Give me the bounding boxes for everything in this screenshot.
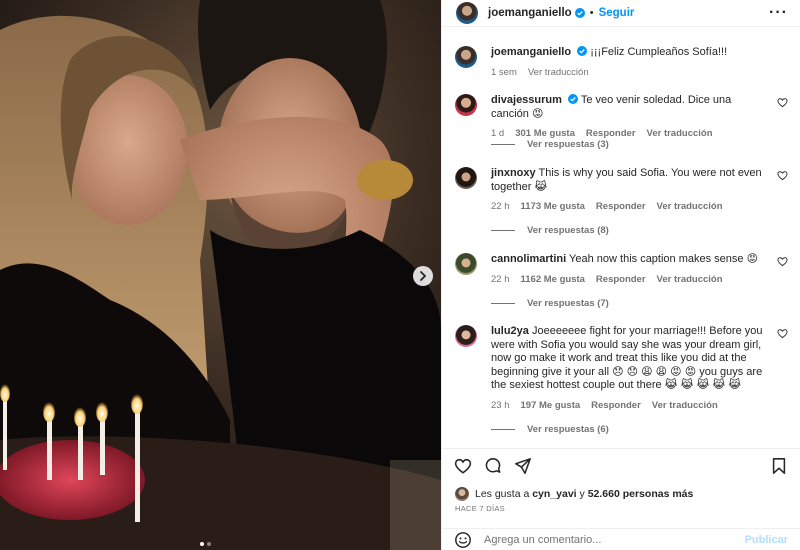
follow-button[interactable]: Seguir bbox=[599, 7, 635, 19]
carousel-dot bbox=[200, 542, 204, 546]
comment-body: jinxnoxy This is why you said Sofia. You… bbox=[491, 167, 788, 214]
comment-username[interactable]: divajessurum bbox=[491, 94, 562, 106]
comment-body: divajessurum Te veo venir soledad. Dice … bbox=[491, 94, 788, 141]
add-comment-bar: Publicar bbox=[442, 528, 800, 550]
likes-user[interactable]: cyn_yavi bbox=[532, 488, 576, 500]
caption-username[interactable]: joemanganiello bbox=[491, 46, 571, 58]
avatar[interactable] bbox=[455, 46, 477, 68]
post-actions: Les gusta a cyn_yavi y 52.660 personas m… bbox=[442, 448, 800, 550]
view-replies-button[interactable]: Ver respuestas (3) bbox=[491, 139, 609, 150]
emoji-icon[interactable] bbox=[454, 531, 472, 549]
comment-body: lulu2ya Joeeeeeee fight for your marriag… bbox=[491, 325, 788, 412]
post-header: joemanganiello • Seguir ··· bbox=[442, 0, 800, 27]
comment-time[interactable]: 23 h bbox=[491, 399, 510, 413]
heart-icon[interactable] bbox=[777, 328, 788, 339]
replies-label: Ver respuestas (7) bbox=[527, 298, 609, 309]
share-icon[interactable] bbox=[514, 457, 532, 475]
chevron-right-icon bbox=[420, 271, 427, 281]
comment-likes[interactable]: 197 Me gusta bbox=[521, 399, 581, 413]
comment-input[interactable] bbox=[484, 534, 745, 546]
action-icons bbox=[454, 456, 788, 476]
comments-list[interactable]: joemanganiello ¡¡¡Feliz Cumpleaños Sofía… bbox=[442, 28, 800, 448]
comment-time[interactable]: 22 h bbox=[491, 273, 510, 287]
header-username[interactable]: joemanganiello bbox=[488, 7, 572, 19]
caption: joemanganiello ¡¡¡Feliz Cumpleaños Sofía… bbox=[455, 46, 788, 79]
replies-line bbox=[491, 429, 515, 430]
post-photo bbox=[0, 0, 441, 550]
comment-icon[interactable] bbox=[484, 457, 502, 475]
post-time-ago[interactable]: HACE 7 DÍAS bbox=[455, 504, 505, 513]
bookmark-icon[interactable] bbox=[770, 457, 788, 475]
likes-prefix: Les gusta a bbox=[475, 488, 530, 500]
reply-button[interactable]: Responder bbox=[591, 399, 641, 413]
view-replies-button[interactable]: Ver respuestas (6) bbox=[491, 424, 609, 435]
post-media bbox=[0, 0, 441, 550]
replies-label: Ver respuestas (6) bbox=[527, 424, 609, 435]
comment-body: cannolimartini Yeah now this caption mak… bbox=[491, 253, 788, 286]
avatar[interactable] bbox=[455, 94, 477, 116]
comment-time[interactable]: 22 h bbox=[491, 200, 510, 214]
carousel-indicator bbox=[200, 542, 211, 546]
publish-button[interactable]: Publicar bbox=[745, 534, 788, 546]
more-options-icon[interactable]: ··· bbox=[769, 5, 788, 21]
heart-icon[interactable] bbox=[777, 97, 788, 108]
avatar[interactable] bbox=[455, 167, 477, 189]
comment-meta: 22 h 1162 Me gusta Responder Ver traducc… bbox=[491, 273, 766, 287]
caption-body: joemanganiello ¡¡¡Feliz Cumpleaños Sofía… bbox=[491, 46, 788, 79]
replies-line bbox=[491, 230, 515, 231]
comment-item: divajessurum Te veo venir soledad. Dice … bbox=[455, 94, 788, 141]
heart-icon[interactable] bbox=[454, 457, 472, 475]
caption-time[interactable]: 1 sem bbox=[491, 66, 517, 80]
comment-item: cannolimartini Yeah now this caption mak… bbox=[455, 253, 788, 286]
verified-badge-icon bbox=[574, 8, 585, 18]
comment-meta: 23 h 197 Me gusta Responder Ver traducci… bbox=[491, 399, 766, 413]
comment-item: lulu2ya Joeeeeeee fight for your marriag… bbox=[455, 325, 788, 412]
replies-line bbox=[491, 303, 515, 304]
avatar[interactable] bbox=[455, 325, 477, 347]
comment-meta: 22 h 1173 Me gusta Responder Ver traducc… bbox=[491, 200, 766, 214]
view-replies-button[interactable]: Ver respuestas (8) bbox=[491, 225, 609, 236]
likes-conj: y bbox=[579, 488, 585, 500]
carousel-dot bbox=[207, 542, 211, 546]
avatar[interactable] bbox=[455, 253, 477, 275]
translate-link[interactable]: Ver traducción bbox=[647, 127, 713, 141]
likes-others[interactable]: 52.660 personas más bbox=[588, 488, 694, 500]
instagram-post-window: joemanganiello • Seguir ··· joemanganiel… bbox=[0, 0, 800, 550]
carousel-next-button[interactable] bbox=[413, 266, 433, 286]
translate-link[interactable]: Ver traducción bbox=[657, 273, 723, 287]
replies-line bbox=[491, 144, 515, 145]
reply-button[interactable]: Responder bbox=[596, 200, 646, 214]
replies-label: Ver respuestas (3) bbox=[527, 139, 609, 150]
comment-username[interactable]: cannolimartini bbox=[491, 253, 566, 265]
comment-item: jinxnoxy This is why you said Sofia. You… bbox=[455, 167, 788, 214]
comment-text: Joeeeeeee fight for your marriage!!! Bef… bbox=[491, 325, 763, 391]
verified-badge-icon bbox=[567, 94, 578, 104]
caption-meta: 1 sem Ver traducción bbox=[491, 66, 766, 80]
post-side-panel: joemanganiello • Seguir ··· joemanganiel… bbox=[441, 0, 800, 550]
replies-label: Ver respuestas (8) bbox=[527, 225, 609, 236]
view-replies-button[interactable]: Ver respuestas (7) bbox=[491, 298, 609, 309]
verified-badge-icon bbox=[577, 46, 588, 56]
caption-translate-link[interactable]: Ver traducción bbox=[528, 66, 589, 80]
translate-link[interactable]: Ver traducción bbox=[657, 200, 723, 214]
heart-icon[interactable] bbox=[777, 170, 788, 181]
likes-summary[interactable]: Les gusta a cyn_yavi y 52.660 personas m… bbox=[455, 487, 693, 501]
comment-likes[interactable]: 1162 Me gusta bbox=[521, 273, 585, 287]
separator-dot: • bbox=[589, 7, 594, 19]
translate-link[interactable]: Ver traducción bbox=[652, 399, 718, 413]
avatar bbox=[455, 487, 469, 501]
heart-icon[interactable] bbox=[777, 256, 788, 267]
caption-text: ¡¡¡Feliz Cumpleaños Sofía!!! bbox=[590, 46, 728, 58]
comment-likes[interactable]: 1173 Me gusta bbox=[521, 200, 585, 214]
comment-username[interactable]: jinxnoxy bbox=[491, 167, 536, 179]
comment-text: Yeah now this caption makes sense 😡 bbox=[569, 253, 759, 265]
comment-username[interactable]: lulu2ya bbox=[491, 325, 529, 337]
avatar[interactable] bbox=[456, 2, 478, 24]
reply-button[interactable]: Responder bbox=[596, 273, 646, 287]
